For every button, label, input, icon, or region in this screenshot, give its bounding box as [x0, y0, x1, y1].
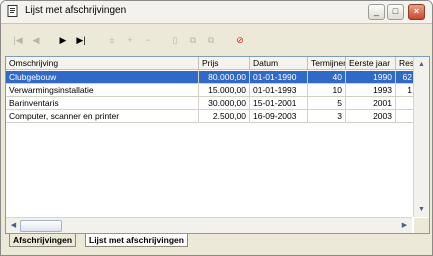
vertical-scrollbar[interactable]: ▲ ▼	[413, 57, 429, 217]
table-row[interactable]: Clubgebouw 80.000,00 01-01-1990 40 1990 62	[6, 71, 422, 84]
afschrijvingen-table[interactable]: Omschrijving Prijs Datum Termijnen Eerste ja…	[5, 56, 430, 234]
cell-prijs[interactable]: 80.000,00	[199, 71, 250, 84]
calculator-icon[interactable]: ▯	[168, 33, 182, 47]
cell-omschrijving[interactable]: Computer, scanner en printer	[6, 110, 199, 123]
minimize-button[interactable]: _	[368, 4, 385, 20]
insert-row-icon[interactable]: ±	[105, 33, 119, 47]
cell-omschrijving[interactable]: Barinventaris	[6, 97, 199, 110]
maximize-button[interactable]: □	[387, 4, 404, 20]
previous-record-icon[interactable]: ◀	[29, 33, 43, 47]
app-window: Lijst met afschrijvingen _ □ × |◀ ◀ ▶ ▶| ± + −…	[0, 0, 433, 256]
scroll-up-icon[interactable]: ▲	[415, 58, 428, 71]
column-header[interactable]: Termijnen	[308, 57, 346, 70]
paste-records-icon[interactable]: ⧉	[204, 33, 218, 47]
cell-datum[interactable]: 16-09-2003	[250, 110, 308, 123]
cell-termijnen[interactable]: 10	[308, 84, 346, 97]
cell-termijnen[interactable]: 40	[308, 71, 346, 84]
scroll-right-icon[interactable]: ▶	[398, 219, 411, 232]
cell-eerste-jaar[interactable]: 1993	[346, 84, 396, 97]
title-bar[interactable]: Lijst met afschrijvingen _ □ ×	[1, 1, 432, 24]
cell-prijs[interactable]: 2.500,00	[199, 110, 250, 123]
column-header[interactable]: Datum	[250, 57, 308, 70]
table-row[interactable]: Computer, scanner en printer 2.500,00 16-0…	[6, 110, 422, 123]
document-icon	[7, 5, 18, 17]
horizontal-scroll-thumb[interactable]	[20, 220, 62, 232]
window-title: Lijst met afschrijvingen	[25, 5, 127, 16]
table-row[interactable]: Barinventaris 30.000,00 15-01-2001 5 2001	[6, 97, 422, 110]
copy-records-icon[interactable]: ⧉	[186, 33, 200, 47]
add-row-icon[interactable]: +	[123, 33, 137, 47]
cell-prijs[interactable]: 15.000,00	[199, 84, 250, 97]
horizontal-scrollbar[interactable]: ◀ ▶	[6, 217, 412, 233]
cell-termijnen[interactable]: 3	[308, 110, 346, 123]
sheet-tabs: Afschrijvingen Lijst met afschrijvingen	[5, 234, 428, 248]
column-header[interactable]: Prijs	[199, 57, 250, 70]
tab-afschrijvingen[interactable]: Afschrijvingen	[9, 234, 77, 247]
scroll-left-icon[interactable]: ◀	[7, 219, 20, 232]
cell-termijnen[interactable]: 5	[308, 97, 346, 110]
delete-row-icon[interactable]: −	[141, 33, 155, 47]
tab-lijst-met-afschrijvingen[interactable]: Lijst met afschrijvingen	[85, 234, 188, 247]
cell-prijs[interactable]: 30.000,00	[199, 97, 250, 110]
cell-omschrijving[interactable]: Verwarmingsinstallatie	[6, 84, 199, 97]
column-header[interactable]: Eerste jaar	[346, 57, 396, 70]
first-record-icon[interactable]: |◀	[11, 33, 25, 47]
cell-datum[interactable]: 01-01-1993	[250, 84, 308, 97]
last-record-icon[interactable]: ▶|	[74, 33, 88, 47]
next-record-icon[interactable]: ▶	[56, 33, 70, 47]
cell-eerste-jaar[interactable]: 2001	[346, 97, 396, 110]
scroll-down-icon[interactable]: ▼	[415, 203, 428, 216]
cell-eerste-jaar[interactable]: 2003	[346, 110, 396, 123]
stop-icon[interactable]: ⊘	[233, 33, 247, 47]
cell-datum[interactable]: 01-01-1990	[250, 71, 308, 84]
close-button[interactable]: ×	[408, 4, 425, 20]
cell-datum[interactable]: 15-01-2001	[250, 97, 308, 110]
cell-eerste-jaar[interactable]: 1990	[346, 71, 396, 84]
table-row[interactable]: Verwarmingsinstallatie 15.000,00 01-01-199…	[6, 84, 422, 97]
scrollbar-corner	[414, 218, 429, 233]
record-toolbar: |◀ ◀ ▶ ▶| ± + − ▯ ⧉ ⧉ ⊘	[1, 25, 432, 55]
column-header[interactable]: Omschrijving	[6, 57, 199, 70]
cell-omschrijving[interactable]: Clubgebouw	[6, 71, 199, 84]
